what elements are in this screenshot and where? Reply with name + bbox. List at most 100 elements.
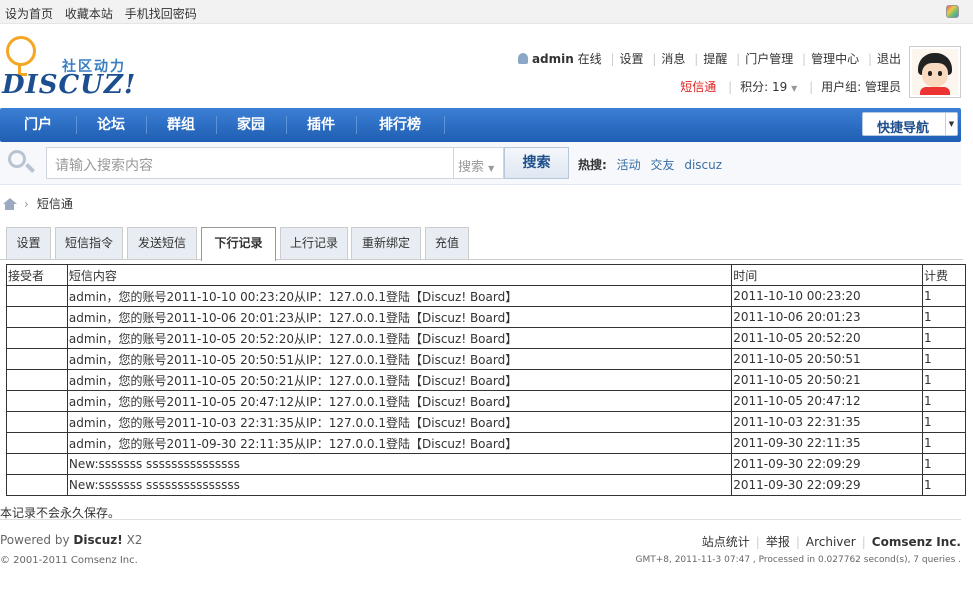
nav-groups[interactable]: 群组 — [146, 108, 216, 142]
content-cell: admin，您的账号2011-10-03 22:31:35从IP：127.0.0… — [66, 411, 733, 433]
site-stats-link[interactable]: 站点统计 — [702, 535, 750, 549]
recipient-cell — [6, 306, 68, 328]
nav-plugins[interactable]: 插件 — [286, 108, 356, 142]
tab-rebind[interactable]: 重新绑定 — [351, 227, 421, 259]
home-icon[interactable] — [3, 198, 17, 210]
set-homepage-link[interactable]: 设为首页 — [5, 7, 53, 21]
table-row: New:sssssss sssssssssssssss 2011-09-30 22… — [6, 474, 966, 496]
hot-term[interactable]: 交友 — [650, 158, 674, 172]
powered-by: Powered by Discuz! X2 — [0, 533, 143, 547]
archiver-link[interactable]: Archiver — [806, 535, 856, 549]
chevron-down-icon[interactable]: ▼ — [945, 113, 957, 135]
main-nav: 门户 论坛 群组 家园 插件 排行榜 快捷导航 ▼ — [0, 108, 961, 142]
recipient-cell — [6, 474, 68, 496]
content-cell: admin，您的账号2011-09-30 22:11:35从IP：127.0.0… — [66, 432, 733, 454]
tab-send-sms[interactable]: 发送短信 — [127, 227, 197, 259]
tab-downlink-records[interactable]: 下行记录 — [201, 227, 276, 261]
user-stats: 短信通 | 积分: 19 ▼ | 用户组: 管理员 — [680, 80, 901, 94]
nav-portal[interactable]: 门户 — [0, 108, 76, 142]
search-input[interactable]: 请输入搜索内容 — [46, 147, 454, 179]
table-row: admin，您的账号2011-10-05 20:52:20从IP：127.0.0… — [6, 327, 966, 349]
top-links: 设为首页 收藏本站 手机找回密码 — [5, 5, 205, 22]
table-row: admin，您的账号2011-10-05 20:47:12从IP：127.0.0… — [6, 390, 966, 412]
content-cell: New:sssssss sssssssssssssss — [66, 474, 733, 496]
processing-info: GMT+8, 2011-11-3 07:47 , Processed in 0.… — [635, 555, 961, 565]
recipient-cell — [6, 411, 68, 433]
recipient-cell — [6, 432, 68, 454]
recipient-cell — [6, 390, 68, 412]
table-row: admin，您的账号2011-10-03 22:31:35从IP：127.0.0… — [6, 411, 966, 433]
nav-ranking[interactable]: 排行榜 — [356, 108, 444, 142]
points-dropdown[interactable]: 积分: 19 — [740, 80, 787, 94]
hot-term[interactable]: 活动 — [617, 158, 641, 172]
billing-cell: 1 — [922, 369, 966, 391]
hot-term[interactable]: discuz — [684, 158, 722, 172]
content-cell: admin，您的账号2011-10-05 20:50:21从IP：127.0.0… — [66, 369, 733, 391]
recipient-cell — [6, 327, 68, 349]
tab-divider — [0, 259, 963, 260]
breadcrumb-current[interactable]: 短信通 — [37, 197, 73, 211]
time-cell: 2011-10-06 20:01:23 — [731, 306, 924, 328]
tab-settings[interactable]: 设置 — [6, 227, 51, 259]
time-cell: 2011-09-30 22:09:29 — [731, 453, 924, 475]
records-table: 接受者 短信内容 时间 计费 admin，您的账号2011-10-10 00:2… — [6, 264, 966, 496]
recipient-cell — [6, 369, 68, 391]
user-menu: admin 在线 | 设置 | 消息 | 提醒 | 门户管理 | 管理中心 | 退出 — [517, 50, 901, 67]
site-logo[interactable]: 社区动力 DISCUZ! — [2, 34, 142, 104]
time-cell: 2011-09-30 22:09:29 — [731, 474, 924, 496]
billing-cell: 1 — [922, 453, 966, 475]
time-cell: 2011-10-03 22:31:35 — [731, 411, 924, 433]
discuz-link[interactable]: Discuz! — [73, 533, 122, 547]
username-link[interactable]: admin — [532, 52, 574, 66]
tab-sms-commands[interactable]: 短信指令 — [55, 227, 123, 259]
report-link[interactable]: 举报 — [766, 535, 790, 549]
recipient-cell — [6, 285, 68, 307]
comsenz-link[interactable]: Comsenz Inc. — [872, 535, 961, 549]
chevron-down-icon[interactable]: ▼ — [791, 84, 797, 93]
content-cell: admin，您的账号2011-10-05 20:52:20从IP：127.0.0… — [66, 327, 733, 349]
messages-link[interactable]: 消息 — [661, 52, 685, 66]
settings-link[interactable]: 设置 — [620, 52, 644, 66]
billing-cell: 1 — [922, 285, 966, 307]
table-row: New:sssssss sssssssssssssss 2011-09-30 22… — [6, 453, 966, 475]
top-bar: 设为首页 收藏本站 手机找回密码 — [0, 0, 973, 24]
recipient-cell — [6, 453, 68, 475]
table-row: admin，您的账号2011-09-30 22:11:35从IP：127.0.0… — [6, 432, 966, 454]
lightbulb-icon — [6, 36, 36, 76]
sms-link[interactable]: 短信通 — [680, 80, 716, 94]
billing-cell: 1 — [922, 327, 966, 349]
search-type-select[interactable]: 搜索 ▼ — [454, 147, 504, 179]
search-button[interactable]: 搜索 — [504, 147, 569, 179]
recover-password-link[interactable]: 手机找回密码 — [125, 7, 197, 21]
reminders-link[interactable]: 提醒 — [703, 52, 727, 66]
billing-cell: 1 — [922, 411, 966, 433]
tab-recharge[interactable]: 充值 — [425, 227, 469, 259]
billing-cell: 1 — [922, 306, 966, 328]
billing-cell: 1 — [922, 432, 966, 454]
nav-forum[interactable]: 论坛 — [76, 108, 146, 142]
search-bar: 请输入搜索内容 搜索 ▼ 搜索 热搜: 活动 交友 discuz — [0, 142, 961, 185]
avatar[interactable] — [909, 46, 961, 98]
online-status[interactable]: 在线 — [578, 52, 602, 66]
quick-nav-button[interactable]: 快捷导航 ▼ — [862, 112, 958, 136]
color-palette-icon[interactable] — [946, 5, 959, 18]
admin-center-link[interactable]: 管理中心 — [811, 52, 859, 66]
hot-searches: 热搜: 活动 交友 discuz — [578, 156, 728, 173]
table-row: admin，您的账号2011-10-10 00:23:20从IP：127.0.0… — [6, 285, 966, 307]
table-row: admin，您的账号2011-10-05 20:50:51从IP：127.0.0… — [6, 348, 966, 370]
nav-home[interactable]: 家园 — [216, 108, 286, 142]
table-header-row: 接受者 短信内容 时间 计费 — [6, 264, 966, 286]
footer-divider — [0, 519, 961, 520]
portal-admin-link[interactable]: 门户管理 — [745, 52, 793, 66]
bookmark-link[interactable]: 收藏本站 — [65, 7, 113, 21]
user-group[interactable]: 用户组: 管理员 — [821, 80, 901, 94]
billing-cell: 1 — [922, 348, 966, 370]
content-cell: admin，您的账号2011-10-05 20:47:12从IP：127.0.0… — [66, 390, 733, 412]
column-header-time: 时间 — [731, 264, 924, 286]
table-row: admin，您的账号2011-10-05 20:50:21从IP：127.0.0… — [6, 369, 966, 391]
search-icon — [8, 150, 35, 174]
tab-uplink-records[interactable]: 上行记录 — [280, 227, 348, 259]
copyright: © 2001-2011 Comsenz Inc. — [0, 555, 138, 566]
time-cell: 2011-10-05 20:52:20 — [731, 327, 924, 349]
logout-link[interactable]: 退出 — [877, 52, 901, 66]
